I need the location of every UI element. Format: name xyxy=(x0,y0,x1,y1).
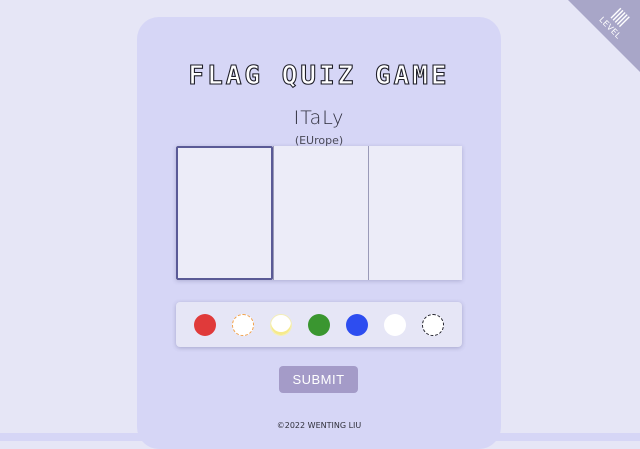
color-swatch-red[interactable] xyxy=(194,314,216,336)
color-palette xyxy=(176,302,462,347)
country-name: ITaLy xyxy=(293,107,345,129)
bottom-strip xyxy=(0,433,640,441)
color-swatch-blue[interactable] xyxy=(346,314,368,336)
copyright-footer: ©2022 WENTING LIU xyxy=(276,421,362,430)
flag-stripe-middle[interactable] xyxy=(273,146,368,280)
color-swatch-white[interactable] xyxy=(384,314,406,336)
level-corner-ribbon[interactable]: LEVEL xyxy=(568,0,640,72)
color-swatch-orange[interactable] xyxy=(232,314,254,336)
color-swatch-white-outlined[interactable] xyxy=(422,314,444,336)
flag-stripe-left[interactable] xyxy=(176,146,274,280)
flag-canvas xyxy=(176,146,462,280)
color-swatch-green[interactable] xyxy=(308,314,330,336)
game-title: FLAG QUIZ GAME xyxy=(188,60,450,91)
submit-button[interactable]: SUBMIT xyxy=(279,366,358,393)
color-swatch-yellow[interactable] xyxy=(270,314,292,336)
flag-stripe-right[interactable] xyxy=(367,146,462,280)
